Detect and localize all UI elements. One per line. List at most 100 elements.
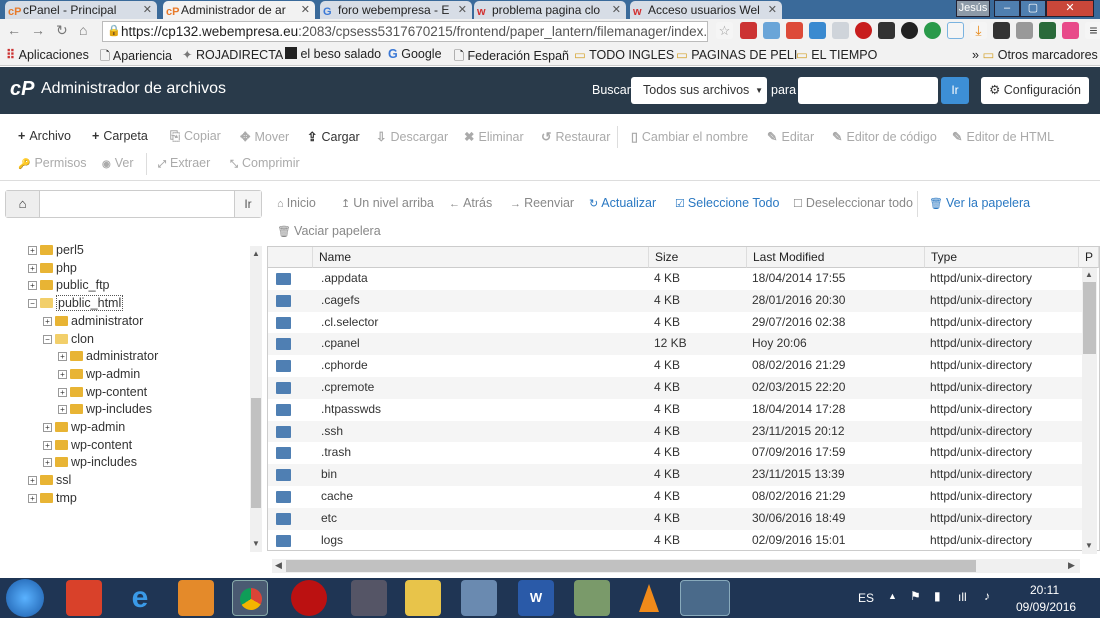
home-button[interactable]: ⌂ xyxy=(6,191,40,217)
toolbar-rename-button[interactable]: ▯ Cambiar el nombre xyxy=(631,129,748,144)
media-player-icon[interactable] xyxy=(178,580,214,616)
toolbar-download-button[interactable]: ⇩ Descargar xyxy=(376,129,448,144)
signal-icon[interactable]: ıll xyxy=(958,590,967,604)
table-row[interactable]: etc 4 KB 30/06/2016 18:49 httpd/unix-direct… xyxy=(268,507,1083,530)
table-row[interactable]: .cpremote 4 KB 02/03/2015 22:20 httpd/unix-… xyxy=(268,377,1083,399)
table-row[interactable]: .trash 4 KB 07/09/2016 17:59 httpd/unix-dir… xyxy=(268,442,1083,464)
table-row[interactable]: .ssh 4 KB 23/11/2015 20:12 httpd/unix-direc… xyxy=(268,420,1083,443)
tree-node[interactable]: + tmp xyxy=(28,491,77,505)
expand-icon[interactable]: + xyxy=(58,405,67,415)
table-row[interactable]: bin 4 KB 23/11/2015 13:39 httpd/unix-direct… xyxy=(268,464,1083,486)
toolbar-edit-button[interactable]: ✎ Editar xyxy=(767,129,814,144)
column-header-size[interactable]: Size xyxy=(649,247,747,268)
extension-icon[interactable] xyxy=(763,22,780,39)
column-header-type[interactable]: Type xyxy=(925,247,1079,268)
window-close-button[interactable]: ✕ xyxy=(1046,0,1094,17)
toolbar-html-editor-button[interactable]: ✎ Editor de HTML xyxy=(952,129,1054,144)
tree-node[interactable]: + perl5 xyxy=(28,243,84,257)
toolbar-code-editor-button[interactable]: ✎ Editor de código xyxy=(832,129,937,144)
expand-icon[interactable]: + xyxy=(28,476,37,486)
language-indicator[interactable]: ES xyxy=(858,591,874,605)
table-vertical-scrollbar[interactable]: ▲ ▼ xyxy=(1082,268,1097,554)
flag-icon[interactable]: ⚑ xyxy=(910,589,921,603)
search-scope-select[interactable]: Todos sus archivos ▼ xyxy=(631,77,767,104)
table-row[interactable]: .cpanel 12 KB Hoy 20:06 httpd/unix-director… xyxy=(268,333,1083,356)
menu-icon[interactable]: ≡ xyxy=(1085,22,1100,39)
table-row[interactable]: .cl.selector 4 KB 29/07/2016 02:38 httpd/un… xyxy=(268,312,1083,334)
column-header-icon[interactable] xyxy=(268,247,313,268)
bookmark-folder[interactable]: ▭ PAGINAS DE PELI xyxy=(676,47,797,62)
nav-select-all-button[interactable]: ☑ Seleccione Todo xyxy=(675,196,779,210)
tree-node[interactable]: + wp-includes xyxy=(58,402,152,416)
toolbar-copy-button[interactable]: ⎘ Copiar xyxy=(170,129,221,144)
extension-icon[interactable] xyxy=(924,22,941,39)
toolbar-view-button[interactable]: ◉ Ver xyxy=(102,156,134,170)
tab-2[interactable]: cP Administrador de ar ✕ xyxy=(163,1,315,19)
nav-forward-button[interactable]: → Reenviar xyxy=(510,196,574,210)
expand-icon[interactable]: + xyxy=(58,352,67,362)
reload-icon[interactable]: ↻ xyxy=(56,22,68,39)
search-input[interactable] xyxy=(798,77,938,104)
home-icon[interactable]: ⌂ xyxy=(79,22,87,38)
table-vscroll-thumb[interactable] xyxy=(1083,282,1096,354)
extension-icon[interactable] xyxy=(832,22,849,39)
tree-node[interactable]: + wp-content xyxy=(43,438,132,452)
table-row[interactable]: cache 4 KB 08/02/2016 21:29 httpd/unix-dire… xyxy=(268,486,1083,508)
chrome-icon[interactable] xyxy=(232,580,268,616)
extension-icon[interactable] xyxy=(901,22,918,39)
tab-3[interactable]: Gforo webempresa - E ✕ xyxy=(320,1,472,19)
app-icon[interactable] xyxy=(461,580,497,616)
start-button[interactable] xyxy=(6,579,44,617)
tree-scrollbar[interactable]: ▲ ▼ xyxy=(250,246,262,552)
tree-node[interactable]: + administrator xyxy=(58,349,158,363)
acrobat-icon[interactable] xyxy=(66,580,102,616)
scroll-up-icon[interactable]: ▲ xyxy=(1085,270,1093,279)
tab-close-icon[interactable]: ✕ xyxy=(768,1,777,19)
nav-up-button[interactable]: ↥ Un nivel arriba xyxy=(341,196,434,210)
toolbar-restore-button[interactable]: ↺ Restaurar xyxy=(541,129,610,144)
extension-icon[interactable] xyxy=(1062,22,1079,39)
expand-icon[interactable]: + xyxy=(43,423,52,432)
vlc-icon[interactable] xyxy=(631,580,667,616)
volume-icon[interactable]: ♪ xyxy=(984,589,990,603)
tree-node[interactable]: + wp-admin xyxy=(58,367,140,381)
nav-reload-button[interactable]: ↻ Actualizar xyxy=(589,196,656,210)
paint-icon[interactable] xyxy=(680,580,730,616)
extension-icon[interactable] xyxy=(809,22,826,39)
expand-icon[interactable]: + xyxy=(28,281,37,291)
star-icon[interactable]: ☆ xyxy=(716,22,733,39)
tray-expand-icon[interactable]: ▲ xyxy=(888,591,897,601)
expand-icon[interactable]: + xyxy=(43,458,52,468)
maximize-button[interactable]: ▢ xyxy=(1020,0,1046,17)
table-horizontal-scrollbar[interactable]: ◀ ▶ xyxy=(272,559,1080,573)
forward-arrow-icon[interactable]: → xyxy=(31,22,45,38)
column-header-name[interactable]: Name xyxy=(313,247,649,268)
tab-1[interactable]: cP cPanel - Principal ✕ xyxy=(5,1,157,19)
tab-4[interactable]: w problema pagina clo ✕ xyxy=(474,1,626,19)
nav-back-button[interactable]: ← Atrás xyxy=(449,196,492,210)
table-row[interactable]: .htpasswds 4 KB 18/04/2014 17:28 httpd/unix… xyxy=(268,399,1083,421)
table-row[interactable]: .cphorde 4 KB 08/02/2016 21:29 httpd/unix-d… xyxy=(268,355,1083,377)
path-go-button[interactable]: Ir xyxy=(234,191,261,217)
expand-icon[interactable]: + xyxy=(43,440,52,450)
bookmark-folder-other[interactable]: » ▭ Otros marcadores xyxy=(972,47,1098,62)
nav-deselect-all-button[interactable]: ☐ Deseleccionar todo xyxy=(793,196,913,210)
tree-node[interactable]: + wp-admin xyxy=(43,420,125,434)
bookmark-folder[interactable]: ▭ EL TIEMPO xyxy=(796,47,877,62)
toolbar-permissions-button[interactable]: 🔑 Permisos xyxy=(18,156,87,170)
internet-explorer-icon[interactable]: e xyxy=(122,580,158,616)
tab-5[interactable]: w Acceso usuarios Wel ✕ xyxy=(630,1,782,19)
tab-close-icon[interactable]: ✕ xyxy=(143,1,152,19)
scroll-right-icon[interactable]: ▶ xyxy=(1068,560,1075,571)
user-badge[interactable]: Jesús xyxy=(956,0,990,17)
tab-close-icon[interactable]: ✕ xyxy=(612,1,621,19)
nav-home-button[interactable]: ⌂ Inicio xyxy=(277,196,316,210)
collapse-icon[interactable]: − xyxy=(43,334,52,344)
bookmark-item[interactable]: 🗋 Apariencia xyxy=(100,47,172,68)
search-go-button[interactable]: Ir xyxy=(941,77,969,104)
toolbar-folder-button[interactable]: + Carpeta xyxy=(92,129,148,143)
toolbar-compress-button[interactable]: ⤡ Comprimir xyxy=(230,156,300,170)
table-hscroll-thumb[interactable] xyxy=(286,560,976,572)
nav-empty-trash-button[interactable]: 🗑 Vaciar papelera xyxy=(277,224,381,238)
tab-close-icon[interactable]: ✕ xyxy=(301,1,310,19)
